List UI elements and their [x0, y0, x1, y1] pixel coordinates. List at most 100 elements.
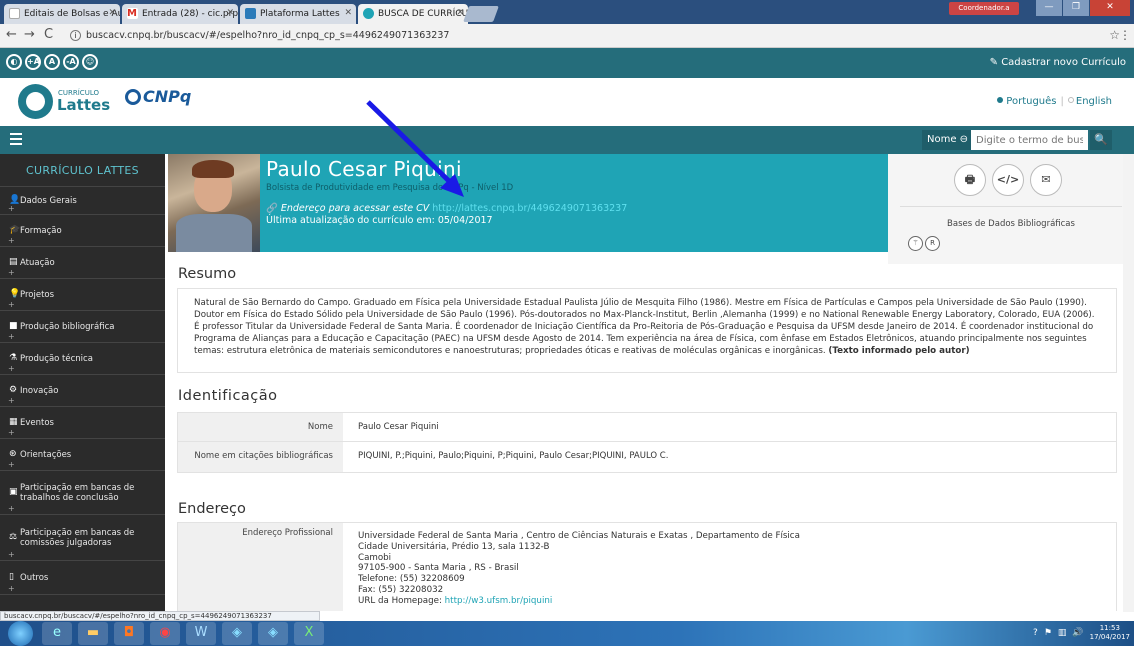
expand-icon[interactable]: +	[8, 584, 15, 593]
cv-address-link[interactable]: http://lattes.cnpq.br/4496249071363237	[432, 203, 627, 214]
outlook-icon[interactable]: ◘	[114, 622, 144, 645]
sidebar-item-label: Produção bibliográfica	[20, 321, 115, 332]
sidebar-item-atuacao[interactable]: ▤ Atuação +	[0, 247, 165, 279]
sidebar-item-eventos[interactable]: ▦ Eventos +	[0, 407, 165, 439]
expand-icon[interactable]: +	[8, 300, 15, 309]
researcherid-icon[interactable]: R	[925, 236, 940, 251]
info-icon[interactable]: i	[70, 30, 81, 41]
close-icon[interactable]: ✕	[226, 8, 234, 18]
lang-portugues[interactable]: Português	[1006, 96, 1056, 107]
homepage-link[interactable]: http://w3.ufsm.br/piquini	[445, 596, 553, 606]
browser-tab[interactable]: Editais de Bolsas e Auxíl ✕	[4, 4, 120, 24]
endereco-heading: Endereço	[178, 501, 246, 517]
sidebar-item-outros[interactable]: ▯ Outros +	[0, 561, 165, 595]
accessibility-icon[interactable]: ☺	[82, 54, 98, 70]
sidebar-item-orientacoes[interactable]: ⊛ Orientações +	[0, 439, 165, 471]
start-button-icon[interactable]	[8, 621, 33, 646]
expand-icon[interactable]: +	[8, 236, 15, 245]
sidebar-item-producao-bibliografica[interactable]: ■ Produção bibliográfica +	[0, 311, 165, 343]
sidebar-item-label: Inovação	[20, 385, 59, 396]
page-scrollbar[interactable]	[1123, 154, 1134, 612]
search-mode-dropdown[interactable]: Nome ⊖	[922, 130, 974, 150]
browser-tab-active[interactable]: BUSCA DE CURRÍCULOS ✕	[358, 4, 468, 24]
contrast-icon[interactable]: ◐	[6, 54, 22, 70]
sidebar-item-label: Orientações	[20, 449, 72, 460]
search-input[interactable]	[971, 130, 1088, 150]
sidebar-item-producao-tecnica[interactable]: ⚗ Produção técnica +	[0, 343, 165, 375]
back-arrow-icon[interactable]: ←	[6, 27, 17, 42]
resumo-heading: Resumo	[178, 266, 237, 282]
sidebar-item-bancas-trabalhos[interactable]: ▣ Participação em bancas de trabalhos de …	[0, 471, 165, 515]
help-icon[interactable]: ?	[1033, 628, 1038, 638]
last-update: Última atualização do currículo em: 05/0…	[266, 215, 493, 226]
lang-english[interactable]: English	[1076, 96, 1112, 107]
endereco-value: Universidade Federal de Santa Maria , Ce…	[358, 523, 1116, 607]
close-icon[interactable]: ✕	[108, 8, 116, 18]
lattes-logo-icon[interactable]	[18, 84, 53, 119]
identificacao-heading: Identificação	[178, 388, 278, 404]
close-window-icon[interactable]: ✕	[1090, 0, 1130, 16]
sidebar-item-inovacao[interactable]: ⚙ Inovação +	[0, 375, 165, 407]
search-icon[interactable]: 🔍	[1090, 130, 1112, 150]
scholar-icon[interactable]: ⚚	[908, 236, 923, 251]
close-icon[interactable]: ✕	[456, 8, 464, 18]
lang-separator: |	[1060, 96, 1064, 107]
expand-icon[interactable]: +	[8, 364, 15, 373]
expand-icon[interactable]: +	[8, 550, 15, 559]
app-icon[interactable]: ◈	[222, 622, 252, 645]
radio-selected-icon	[997, 97, 1004, 103]
calendar-icon: ▦	[9, 416, 18, 427]
minimize-icon[interactable]: —	[1036, 0, 1062, 16]
lattes-icon	[245, 8, 256, 19]
sidebar-item-projetos[interactable]: 💡 Projetos +	[0, 279, 165, 311]
table-row: Endereço Profissional Universidade Feder…	[178, 523, 1116, 611]
expand-icon[interactable]: +	[8, 396, 15, 405]
font-decrease-icon[interactable]: A	[44, 54, 60, 70]
word-icon[interactable]: W	[186, 622, 216, 645]
cnpq-logo[interactable]: CNPq	[125, 87, 191, 106]
lattes-logo-text[interactable]: Lattes	[57, 96, 110, 114]
clock[interactable]: 11:53 17/04/2017	[1090, 624, 1130, 642]
browser-tab[interactable]: M Entrada (28) - cic.prpgp ✕	[122, 4, 238, 24]
font-reset-icon[interactable]: -A	[63, 54, 79, 70]
flag-icon[interactable]: ⚑	[1044, 628, 1052, 638]
new-tab-button[interactable]	[463, 6, 499, 22]
table-row: Nome Paulo Cesar Piquini	[178, 413, 1116, 442]
url-text: buscacv.cnpq.br/buscacv/#/espelho?nro_id…	[86, 30, 450, 41]
expand-icon[interactable]: +	[8, 204, 15, 213]
print-icon[interactable]: 🖶	[954, 164, 986, 196]
profile-badge[interactable]: Coordenador.a	[949, 2, 1019, 15]
close-icon[interactable]: ✕	[344, 8, 352, 18]
radio-unselected-icon	[1067, 97, 1074, 103]
sidebar-item-dados-gerais[interactable]: 👤 Dados Gerais +	[0, 187, 165, 215]
mail-icon[interactable]: ✉	[1030, 164, 1062, 196]
volume-icon[interactable]: 🔊	[1072, 628, 1083, 638]
ie-icon[interactable]: e	[42, 622, 72, 645]
font-increase-icon[interactable]: +A	[25, 54, 41, 70]
expand-icon[interactable]: +	[8, 268, 15, 277]
endereco-line: Camobi	[358, 552, 392, 563]
menu-icon[interactable]: ⋮	[1119, 28, 1131, 42]
cadastrar-curriculo-link[interactable]: ✎ Cadastrar novo Currículo	[990, 57, 1126, 68]
sidebar-item-bancas-comissoes[interactable]: ⚖ Participação em bancas de comissões jul…	[0, 515, 165, 561]
sidebar-item-formacao[interactable]: 🎓 Formação +	[0, 215, 165, 247]
reload-icon[interactable]: C	[44, 27, 53, 42]
excel-icon[interactable]: X	[294, 622, 324, 645]
forward-arrow-icon[interactable]: →	[24, 27, 35, 42]
app-icon[interactable]: ◈	[258, 622, 288, 645]
code-icon[interactable]: </>	[992, 164, 1024, 196]
handshake-icon: ▤	[9, 256, 18, 267]
url-field[interactable]: i buscacv.cnpq.br/buscacv/#/espelho?nro_i…	[70, 27, 1110, 44]
chrome-icon[interactable]: ◉	[150, 622, 180, 645]
hamburger-menu-icon[interactable]	[10, 133, 22, 145]
system-tray: ? ⚑ ▥ 🔊 11:53 17/04/2017	[1033, 624, 1130, 642]
maximize-icon[interactable]: ❐	[1063, 0, 1089, 16]
profile-name: Paulo Cesar Piquini	[266, 157, 462, 181]
network-icon[interactable]: ▥	[1058, 628, 1067, 638]
expand-icon[interactable]: +	[8, 504, 15, 513]
expand-icon[interactable]: +	[8, 460, 15, 469]
expand-icon[interactable]: +	[8, 428, 15, 437]
expand-icon[interactable]: +	[8, 332, 15, 341]
folder-icon[interactable]: ▬	[78, 622, 108, 645]
browser-tab[interactable]: Plataforma Lattes ✕	[240, 4, 356, 24]
